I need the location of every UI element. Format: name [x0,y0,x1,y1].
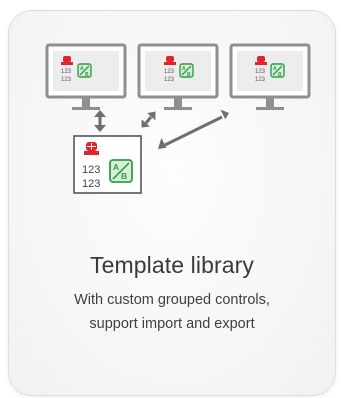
template-library-illustration: 123 123 A B 123 123 A B 123 123 A B 123 … [45,43,311,194]
ab-switch-icon: A B [109,159,133,183]
card-title: Template library [90,252,254,278]
placeholder-text: 123 [164,69,175,75]
ab-label-b: B [187,72,191,78]
ab-label-b: B [85,72,89,78]
ab-label-a: A [182,66,186,72]
template-box: 123 123 A B [73,135,142,194]
ab-label-a: A [80,66,84,72]
card-description-line-2: support import and export [89,316,255,332]
ab-label-a: A [113,162,119,172]
placeholder-text: 123 [82,164,100,176]
sync-arrow-1 [94,110,106,132]
ab-switch-icon: A B [77,63,92,78]
ab-label-b: B [121,171,127,181]
placeholder-text: 123 [61,77,72,83]
placeholder-text: 123 [255,77,266,83]
monitor-1: 123 123 A B [45,43,127,110]
alarm-icon [84,142,99,155]
ab-switch-icon: A B [179,63,194,78]
sync-arrow-2 [141,111,156,128]
ab-label-a: A [273,66,277,72]
ab-switch-icon: A B [270,63,285,78]
card-description-line-1: With custom grouped controls, [74,292,270,308]
monitor-2: 123 123 A B [137,43,219,110]
ab-label-b: B [278,72,282,78]
placeholder-text: 123 [255,69,266,75]
monitor-3: 123 123 A B [229,43,311,110]
placeholder-text: 123 [164,77,175,83]
placeholder-text: 123 [82,178,100,190]
placeholder-text: 123 [61,69,72,75]
sync-arrow-3 [158,109,229,149]
